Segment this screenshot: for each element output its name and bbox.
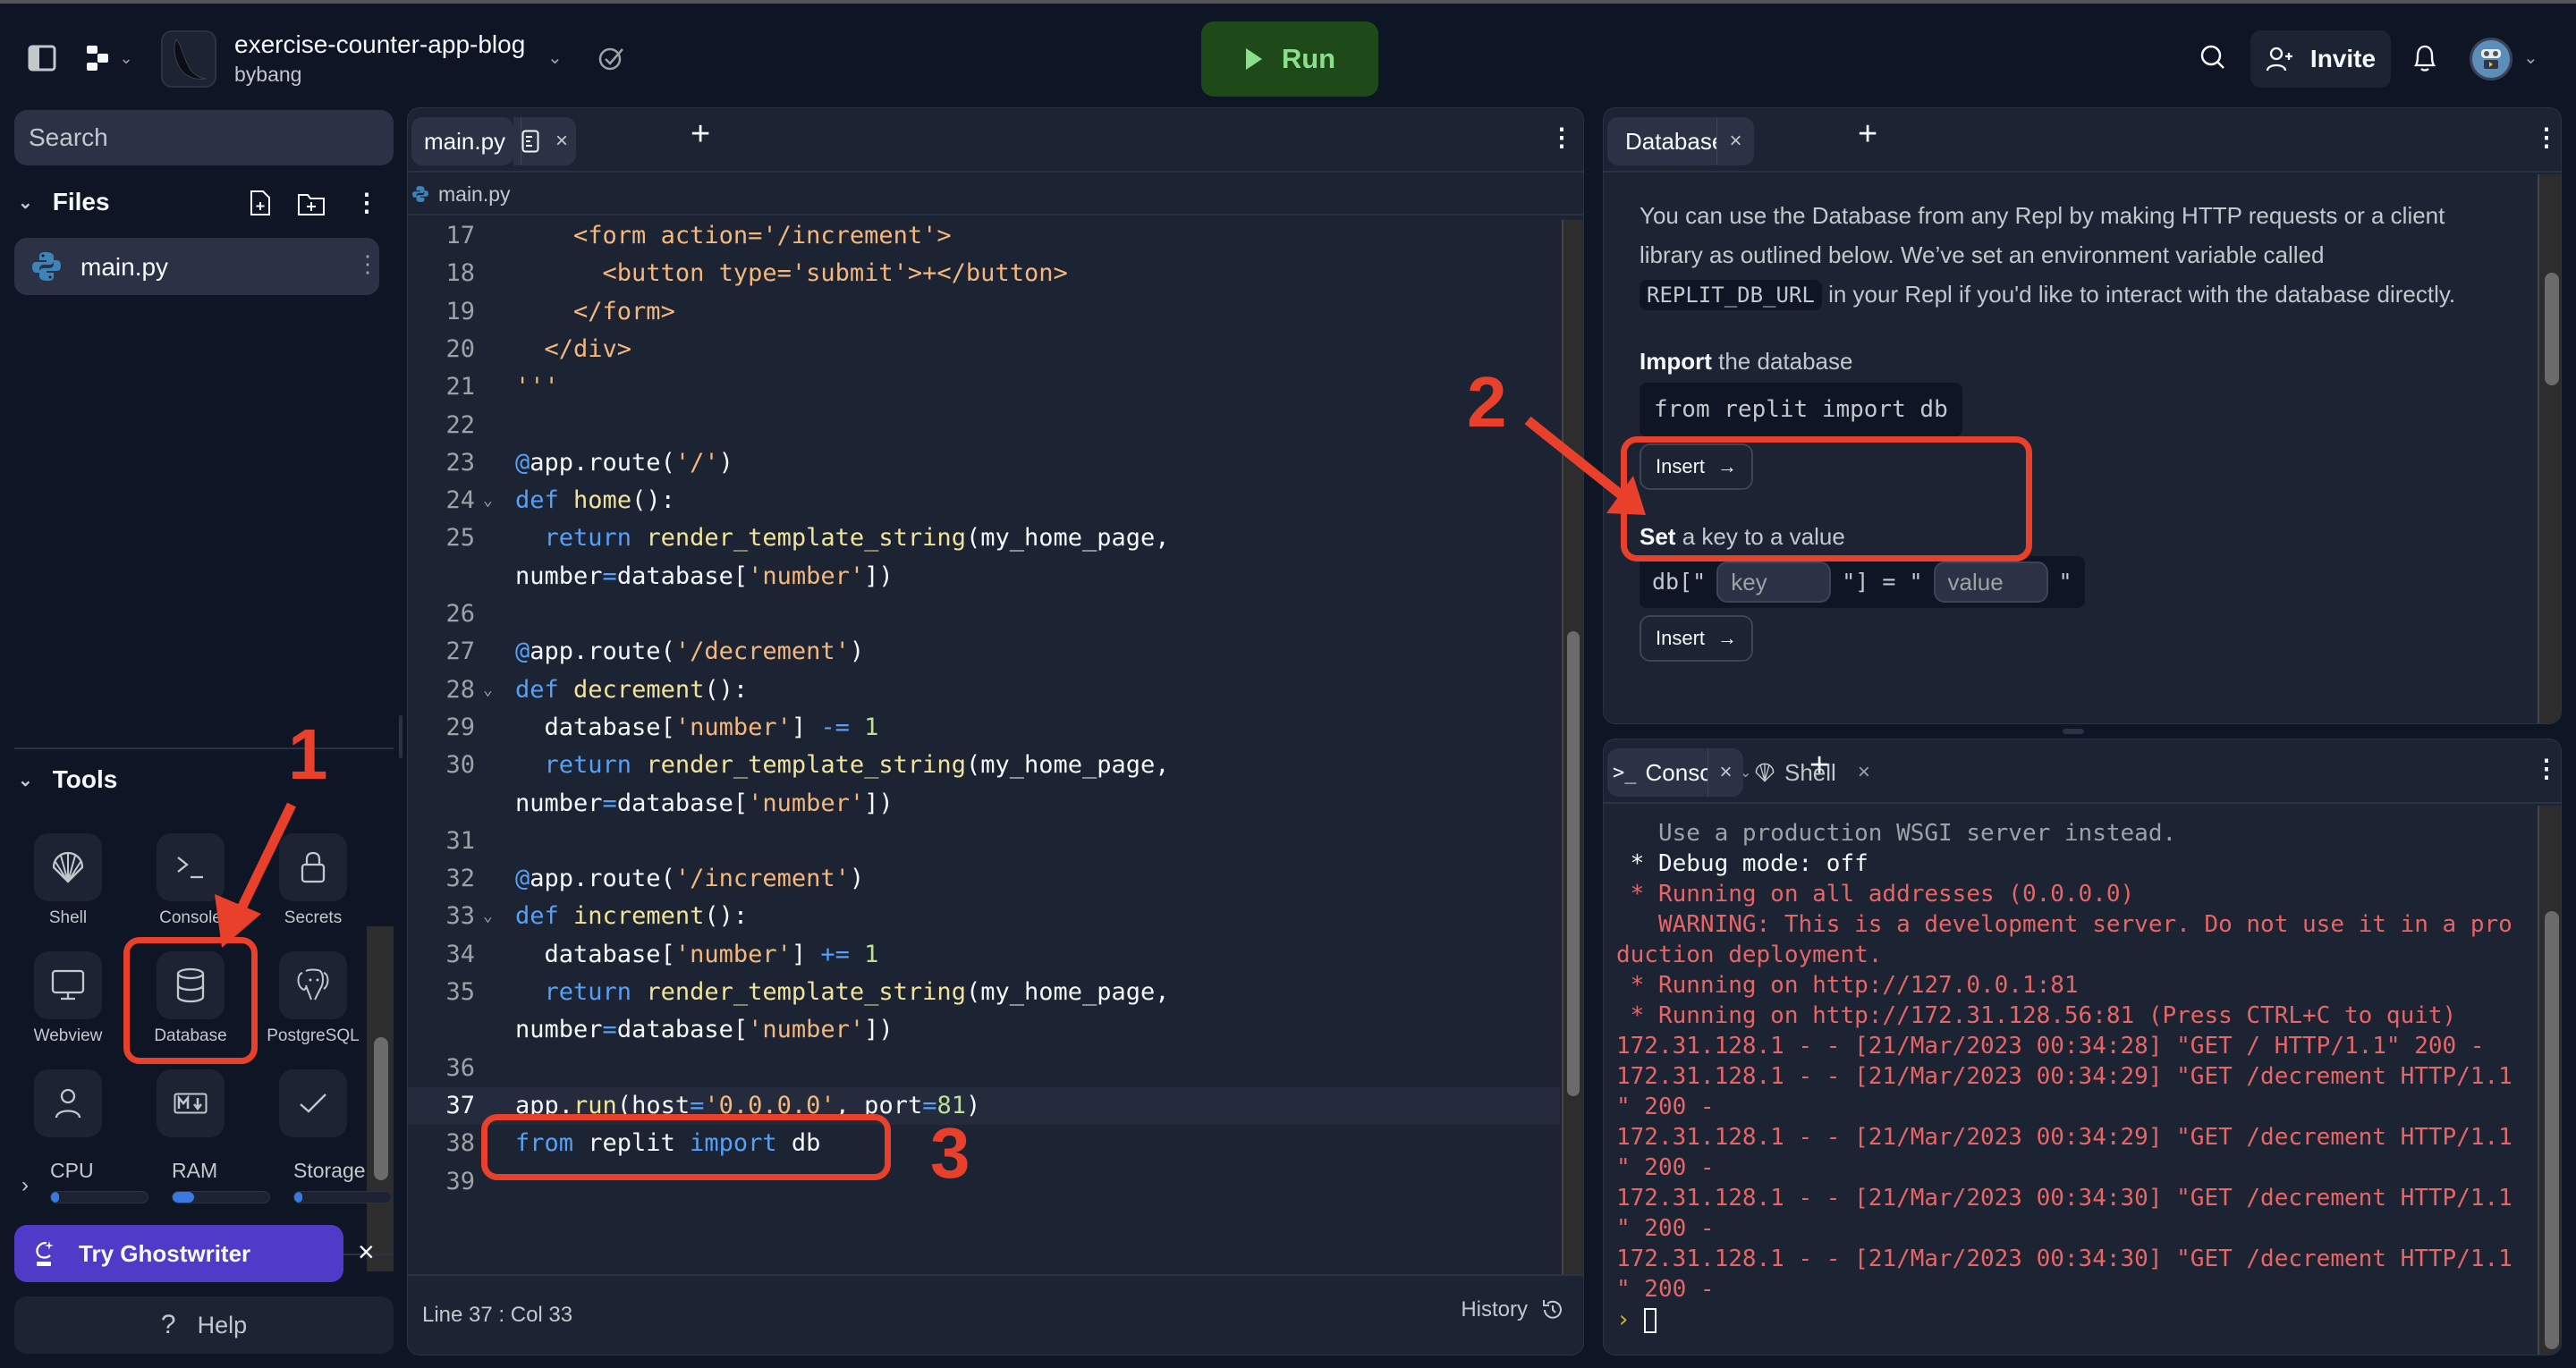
annotation-arrows (215, 416, 1646, 948)
annotation-arrow-2 (1524, 416, 1646, 515)
annotation-arrow-1 (215, 802, 296, 948)
